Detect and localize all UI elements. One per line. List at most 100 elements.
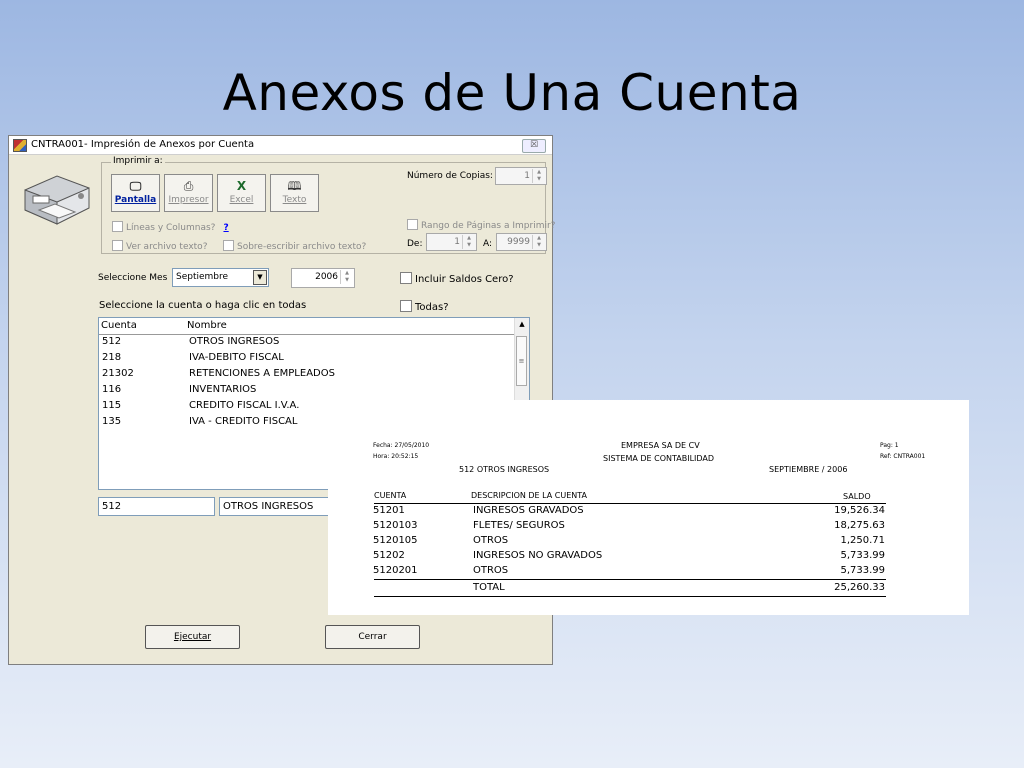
de-value: 1: [454, 237, 460, 247]
report-cuenta-cell: 5120105: [373, 535, 418, 546]
cuenta-cell: 116: [102, 384, 122, 395]
report-descripcion-cell: FLETES/ SEGUROS: [473, 520, 565, 531]
report-ref: Ref: CNTRA001: [880, 453, 926, 460]
report-col-saldo: SALDO: [843, 492, 871, 501]
checkbox-box: [112, 221, 123, 232]
printer-illustration: [24, 175, 90, 225]
sobre-escribir-checkbox[interactable]: Sobre-escribir archivo texto?: [223, 240, 366, 252]
report-saldo-cell: 18,275.63: [834, 520, 885, 531]
list-header: Cuenta Nombre: [99, 318, 529, 335]
spin-arrows-icon[interactable]: ▲ ▼: [462, 235, 475, 249]
de-stepper[interactable]: 1 ▲ ▼: [426, 233, 477, 251]
lineas-columnas-label: Líneas y Columnas?: [126, 223, 216, 233]
rango-paginas-checkbox[interactable]: Rango de Páginas a Imprimir?: [407, 219, 555, 231]
mes-select[interactable]: Septiembre ▼: [172, 268, 269, 287]
list-item[interactable]: 116 INVENTARIOS: [99, 383, 529, 399]
copias-label: Número de Copias:: [407, 171, 493, 181]
spin-arrows-icon[interactable]: ▲ ▼: [532, 235, 545, 249]
report-sistema: SISTEMA DE CONTABILIDAD: [603, 454, 715, 463]
selected-cuenta-field[interactable]: 512: [98, 497, 215, 516]
nombre-cell: IVA-DEBITO FISCAL: [189, 352, 284, 363]
year-value: 2006: [315, 272, 338, 282]
report-col-cuenta: CUENTA: [374, 491, 407, 500]
report-total-rule: [374, 579, 886, 580]
list-item[interactable]: 218 IVA-DEBITO FISCAL: [99, 351, 529, 367]
todas-label: Todas?: [415, 302, 449, 313]
checkbox-box: [400, 300, 412, 312]
a-value: 9999: [507, 237, 530, 247]
spin-arrows-icon[interactable]: ▲ ▼: [340, 270, 353, 284]
excel-label: Excel: [229, 195, 254, 205]
report-total-label: TOTAL: [473, 582, 505, 593]
scroll-up-icon[interactable]: ▲: [515, 320, 529, 328]
nombre-cell: INVENTARIOS: [189, 384, 257, 395]
a-stepper[interactable]: 9999 ▲ ▼: [496, 233, 547, 251]
book-icon: 🕮: [287, 179, 302, 193]
chevron-down-icon[interactable]: ▼: [253, 270, 267, 285]
cuenta-cell: 218: [102, 352, 122, 363]
cuenta-cell: 135: [102, 416, 122, 427]
window-title: CNTRA001- Impresión de Anexos por Cuenta: [31, 139, 255, 150]
spin-arrows-icon[interactable]: ▲ ▼: [532, 169, 545, 183]
help-link[interactable]: ?: [223, 223, 228, 233]
nombre-cell: RETENCIONES A EMPLEADOS: [189, 368, 335, 379]
selected-nombre-field[interactable]: OTROS INGRESOS: [219, 497, 330, 516]
todas-checkbox[interactable]: Todas?: [400, 300, 449, 313]
report-col-descripcion: DESCRIPCION DE LA CUENTA: [471, 491, 588, 500]
cerrar-button[interactable]: Cerrar: [325, 625, 420, 649]
report-saldo-cell: 5,733.99: [840, 565, 885, 576]
close-button[interactable]: ☒: [522, 139, 546, 153]
year-stepper[interactable]: 2006 ▲ ▼: [291, 268, 355, 288]
list-item[interactable]: 21302 RETENCIONES A EMPLEADOS: [99, 367, 529, 383]
printer-icon: ⎙: [183, 179, 194, 193]
cuenta-cell: 21302: [102, 368, 134, 379]
report-saldo-cell: 5,733.99: [840, 550, 885, 561]
ver-archivo-checkbox[interactable]: Ver archivo texto?: [112, 240, 207, 252]
report-hora: Hora: 20:52:15: [373, 453, 419, 460]
report-periodo: SEPTIEMBRE / 2006: [769, 465, 848, 474]
excel-button[interactable]: X Excel: [217, 174, 266, 212]
report-saldo-cell: 1,250.71: [840, 535, 885, 546]
mes-value: Septiembre: [176, 272, 229, 282]
report-preview: Fecha: 27/05/2010 Hora: 20:52:15 EMPRESA…: [328, 400, 969, 615]
checkbox-box: [400, 272, 412, 284]
incluir-saldos-checkbox[interactable]: Incluir Saldos Cero?: [400, 272, 514, 285]
slide-title: Anexos de Una Cuenta: [222, 64, 802, 122]
excel-icon: X: [236, 179, 247, 193]
report-cuenta-cell: 51201: [373, 505, 405, 516]
report-saldo-cell: 19,526.34: [834, 505, 885, 516]
rango-label: Rango de Páginas a Imprimir?: [421, 221, 556, 231]
scroll-thumb[interactable]: ≡: [516, 336, 527, 386]
report-cuenta-cell: 5120103: [373, 520, 418, 531]
checkbox-box: [407, 219, 418, 230]
ejecutar-label: Ejecutar: [173, 632, 212, 642]
pantalla-button[interactable]: 🖵 Pantalla: [111, 174, 160, 212]
incluir-saldos-label: Incluir Saldos Cero?: [415, 274, 514, 285]
a-label: A:: [483, 239, 493, 249]
sobre-escribir-label: Sobre-escribir archivo texto?: [237, 242, 367, 252]
report-bottom-rule: [374, 596, 886, 597]
print-to-label: Imprimir a:: [111, 156, 165, 166]
de-label: De:: [407, 239, 423, 249]
pantalla-label: Pantalla: [114, 195, 157, 205]
col-nombre-header[interactable]: Nombre: [187, 320, 227, 331]
report-header-rule: [374, 503, 886, 504]
nombre-cell: CREDITO FISCAL I.V.A.: [189, 400, 300, 411]
lineas-columnas-checkbox[interactable]: Líneas y Columnas??: [112, 221, 229, 233]
report-cuenta-cell: 51202: [373, 550, 405, 561]
col-cuenta-header[interactable]: Cuenta: [101, 320, 137, 331]
copias-stepper[interactable]: 1 ▲ ▼: [495, 167, 547, 185]
cuenta-cell: 512: [102, 336, 122, 347]
ejecutar-button[interactable]: Ejecutar: [145, 625, 240, 649]
list-item[interactable]: 512 OTROS INGRESOS: [99, 335, 529, 351]
impresor-button[interactable]: ⎙ Impresor: [164, 174, 213, 212]
impresor-label: Impresor: [168, 195, 209, 205]
report-descripcion-cell: OTROS: [473, 535, 509, 546]
texto-button[interactable]: 🕮 Texto: [270, 174, 319, 212]
cerrar-label: Cerrar: [358, 632, 387, 642]
report-descripcion-cell: INGRESOS GRAVADOS: [473, 505, 584, 516]
nombre-cell: OTROS INGRESOS: [189, 336, 280, 347]
ver-archivo-label: Ver archivo texto?: [126, 242, 208, 252]
report-fecha: Fecha: 27/05/2010: [373, 442, 430, 449]
checkbox-box: [223, 240, 234, 251]
